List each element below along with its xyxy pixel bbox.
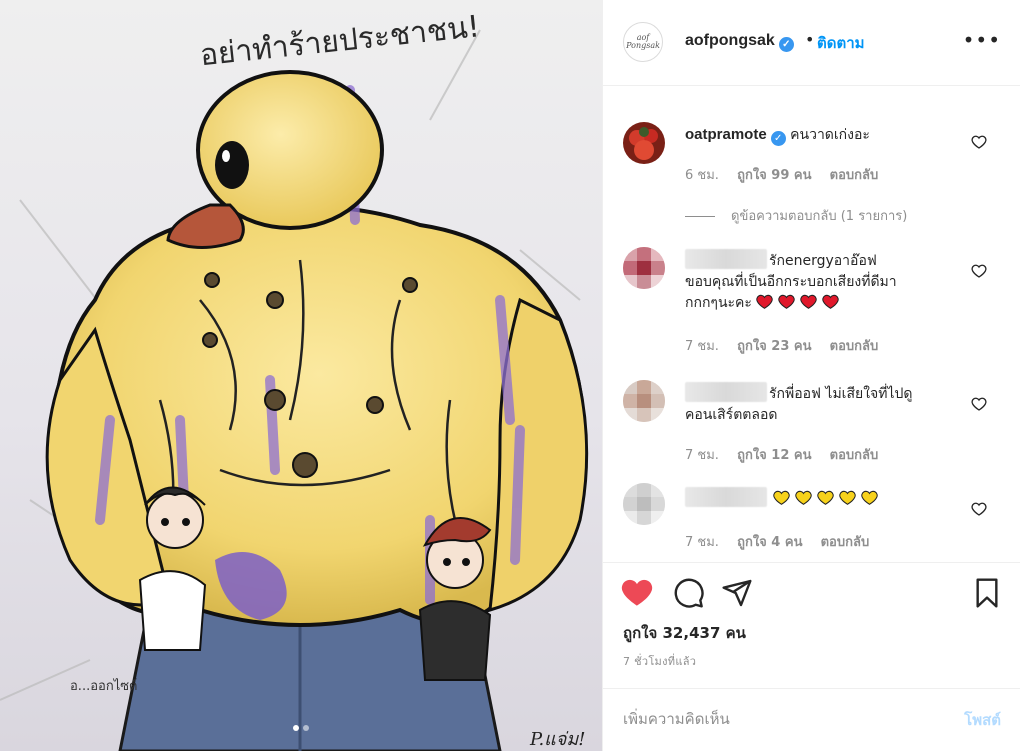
comment-time[interactable]: 7 ชม. [685, 535, 719, 550]
avatar[interactable] [623, 122, 665, 164]
hidden-username[interactable] [685, 487, 767, 507]
add-comment-bar: โพสต์ [603, 688, 1020, 751]
save-bookmark-icon[interactable] [971, 577, 1003, 609]
profile-photo-icon [623, 122, 665, 164]
likes-count[interactable]: ถูกใจ 32,437 คน [623, 621, 746, 645]
avatar[interactable]: aof Pongsak [623, 22, 663, 62]
red-heart-icon [778, 294, 796, 309]
comment-likes[interactable]: ถูกใจ 99 คน [737, 168, 811, 183]
post-author[interactable]: aofpongsak ✓ [685, 32, 794, 52]
comment-text: รักenergyอาอ๊อฟ ขอบคุณที่เป็นอีกกระบอกเส… [685, 249, 955, 314]
artist-signature: P.แจ่ม! [529, 729, 585, 750]
pixelated-avatar-icon [623, 247, 665, 289]
reply-button[interactable]: ตอบกลับ [830, 339, 879, 354]
comment-username[interactable]: oatpramote [685, 126, 767, 143]
comment-like-heart-icon[interactable] [971, 501, 987, 517]
duck-illustration: อย่าทำร้ายประชาชน! อ...ออกไซด์ P.แจ่ม! [0, 9, 589, 751]
comment-like-heart-icon[interactable] [971, 396, 987, 412]
artwork-caption: อย่าทำร้ายประชาชน! [198, 9, 481, 73]
comment-time[interactable]: 7 ชม. [685, 448, 719, 463]
red-heart-icon [800, 294, 818, 309]
red-heart-icon [756, 294, 774, 309]
yellow-heart-icon [817, 490, 835, 505]
yellow-heart-icon [795, 490, 813, 505]
separator-dot: • [805, 30, 815, 49]
red-heart-emoji-group [756, 294, 844, 311]
post-timestamp[interactable]: 7 ชั่วโมงที่แล้ว [623, 652, 696, 670]
comment-body-line1: รักenergyอาอ๊อฟ [769, 253, 877, 269]
carousel-dot-active[interactable] [293, 725, 299, 731]
follow-button[interactable]: ติดตาม [817, 31, 865, 55]
post-image[interactable]: อย่าทำร้ายประชาชน! อ...ออกไซด์ P.แจ่ม! [0, 0, 602, 751]
comment-likes[interactable]: ถูกใจ 23 คน [737, 339, 811, 354]
comment-input[interactable] [623, 707, 923, 731]
comment-body-line2: คอนเสิร์ตตลอด [685, 407, 778, 423]
avatar[interactable] [623, 380, 665, 422]
comment-like-heart-icon[interactable] [971, 263, 987, 279]
avatar[interactable] [623, 247, 665, 289]
more-options-icon[interactable]: ••• [963, 28, 1001, 52]
comment-time[interactable]: 7 ชม. [685, 339, 719, 354]
comments-list[interactable]: oatpramote ✓ คนวาดเก่งอะ 6 ชม. ถูกใจ 99 ค… [603, 87, 1020, 561]
comment-like-heart-icon[interactable] [971, 134, 987, 150]
verified-badge-icon: ✓ [770, 131, 786, 146]
comment-meta: 6 ชม. ถูกใจ 99 คน ตอบกลับ [685, 164, 892, 185]
post-actions: ถูกใจ 32,437 คน 7 ชั่วโมงที่แล้ว [603, 562, 1020, 687]
hidden-username[interactable] [685, 382, 767, 402]
comment-body: คนวาดเก่งอะ [790, 127, 870, 143]
pixelated-avatar-icon [623, 483, 665, 525]
comment-meta: 7 ชม. ถูกใจ 23 คน ตอบกลับ [685, 335, 892, 356]
carousel-indicator [0, 725, 602, 731]
share-paper-plane-icon[interactable] [721, 577, 753, 609]
red-heart-icon [822, 294, 840, 309]
hidden-username[interactable] [685, 249, 767, 269]
reply-button[interactable]: ตอบกลับ [830, 448, 879, 463]
comment-time[interactable]: 6 ชม. [685, 168, 719, 183]
reply-button[interactable]: ตอบกลับ [830, 168, 879, 183]
yellow-heart-icon [773, 490, 791, 505]
like-heart-icon[interactable] [621, 577, 653, 609]
reply-button[interactable]: ตอบกลับ [821, 535, 870, 550]
comment-meta: 7 ชม. ถูกใจ 12 คน ตอบกลับ [685, 444, 892, 465]
avatar[interactable] [623, 483, 665, 525]
artist-note: อ...ออกไซด์ [70, 678, 138, 694]
yellow-heart-emoji-group [773, 490, 883, 507]
comment-likes[interactable]: ถูกใจ 4 คน [737, 535, 802, 550]
comment-text: รักพี่ออฟ ไม่เสียใจที่ไปดู คอนเสิร์ตตลอด [685, 382, 955, 426]
verified-badge-icon: ✓ [778, 37, 794, 52]
avatar-logo-text: aof Pongsak [626, 33, 660, 50]
comment-text: oatpramote ✓ คนวาดเก่งอะ [685, 124, 955, 146]
comment-text [685, 487, 955, 510]
post-comment-button[interactable]: โพสต์ [964, 708, 1001, 732]
yellow-heart-icon [839, 490, 857, 505]
carousel-dot[interactable] [303, 725, 309, 731]
comment-meta: 7 ชม. ถูกใจ 4 คน ตอบกลับ [685, 531, 883, 552]
post-side-panel: aof Pongsak aofpongsak ✓ • ติดตาม ••• oat… [602, 0, 1020, 751]
yellow-heart-icon [861, 490, 879, 505]
comment-body-line1: รักพี่ออฟ ไม่เสียใจที่ไปดู [769, 386, 913, 402]
view-replies-button[interactable]: ดูข้อความตอบกลับ (1 รายการ) [685, 205, 907, 226]
comment-bubble-icon[interactable] [673, 577, 705, 609]
view-replies-label: ดูข้อความตอบกลับ (1 รายการ) [731, 209, 908, 224]
comment-body-line3: กกกๆนะคะ [685, 295, 752, 311]
post-author-username[interactable]: aofpongsak [685, 32, 775, 49]
comment-body-line2: ขอบคุณที่เป็นอีกกระบอกเสียงที่ดีมา [685, 274, 897, 290]
comment-likes[interactable]: ถูกใจ 12 คน [737, 448, 811, 463]
post-header: aof Pongsak aofpongsak ✓ • ติดตาม ••• [603, 0, 1020, 86]
pixelated-avatar-icon [623, 380, 665, 422]
replies-divider-line [685, 216, 715, 217]
